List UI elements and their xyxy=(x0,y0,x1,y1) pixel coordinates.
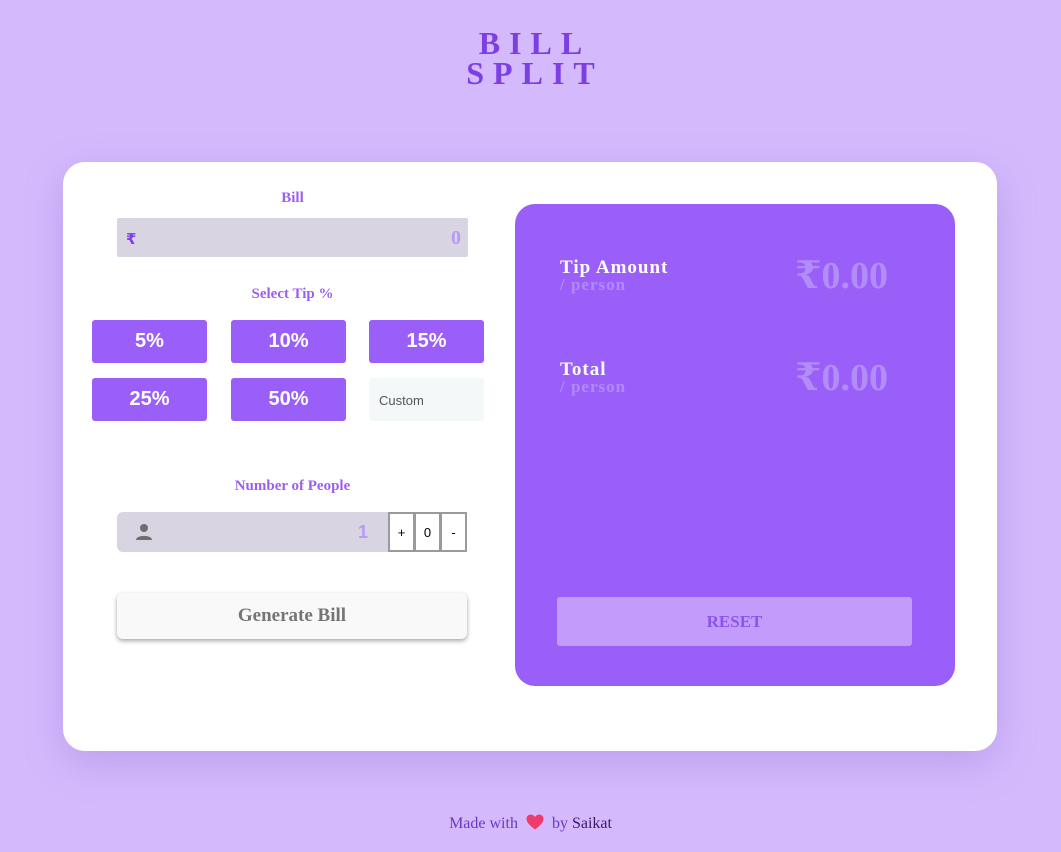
tip-50-button[interactable]: 50% xyxy=(231,378,346,421)
people-label: Number of People xyxy=(234,478,351,494)
person-icon xyxy=(135,523,153,546)
tip-5-button[interactable]: 5% xyxy=(92,320,207,363)
app-title-line1: BILL xyxy=(478,25,592,61)
calculator-card: Bill ₹ 0 Select Tip % 5% 10% 15% 25% 50%… xyxy=(63,162,997,751)
people-value[interactable]: 1 xyxy=(358,522,368,543)
tip-25-button[interactable]: 25% xyxy=(92,378,207,421)
app-title: BILL SPLIT xyxy=(0,25,1061,91)
reset-button[interactable]: RESET xyxy=(557,597,912,646)
custom-tip-input[interactable]: Custom xyxy=(369,378,484,421)
total-value: ₹0.00 xyxy=(795,357,888,399)
bill-label: Bill xyxy=(281,190,304,206)
app-title-line2: SPLIT xyxy=(466,55,604,91)
tip-15-button[interactable]: 15% xyxy=(369,320,484,363)
tip-amount-per-person: / person xyxy=(560,275,627,294)
decrement-button[interactable]: - xyxy=(440,512,467,552)
tip-label: Select Tip % xyxy=(251,286,334,302)
heart-icon xyxy=(526,814,544,835)
footer: Made with by Saikat xyxy=(0,814,1061,835)
bill-value[interactable]: 0 xyxy=(451,227,461,250)
rupee-icon: ₹ xyxy=(126,230,137,248)
footer-made-with: Made with xyxy=(449,815,518,832)
total-per-person: / person xyxy=(560,377,627,396)
tip-10-button[interactable]: 10% xyxy=(231,320,346,363)
generate-bill-button[interactable]: Generate Bill xyxy=(117,593,467,639)
result-panel: Tip Amount / person ₹0.00 Total / person… xyxy=(515,204,955,686)
tip-amount-value: ₹0.00 xyxy=(795,255,888,297)
bill-input[interactable]: ₹ 0 xyxy=(117,218,468,257)
people-input[interactable]: 1 xyxy=(117,512,388,552)
increment-button[interactable]: + xyxy=(388,512,415,552)
footer-by: by xyxy=(551,815,568,832)
counter-display: 0 xyxy=(414,512,441,552)
footer-author[interactable]: Saikat xyxy=(572,815,612,832)
